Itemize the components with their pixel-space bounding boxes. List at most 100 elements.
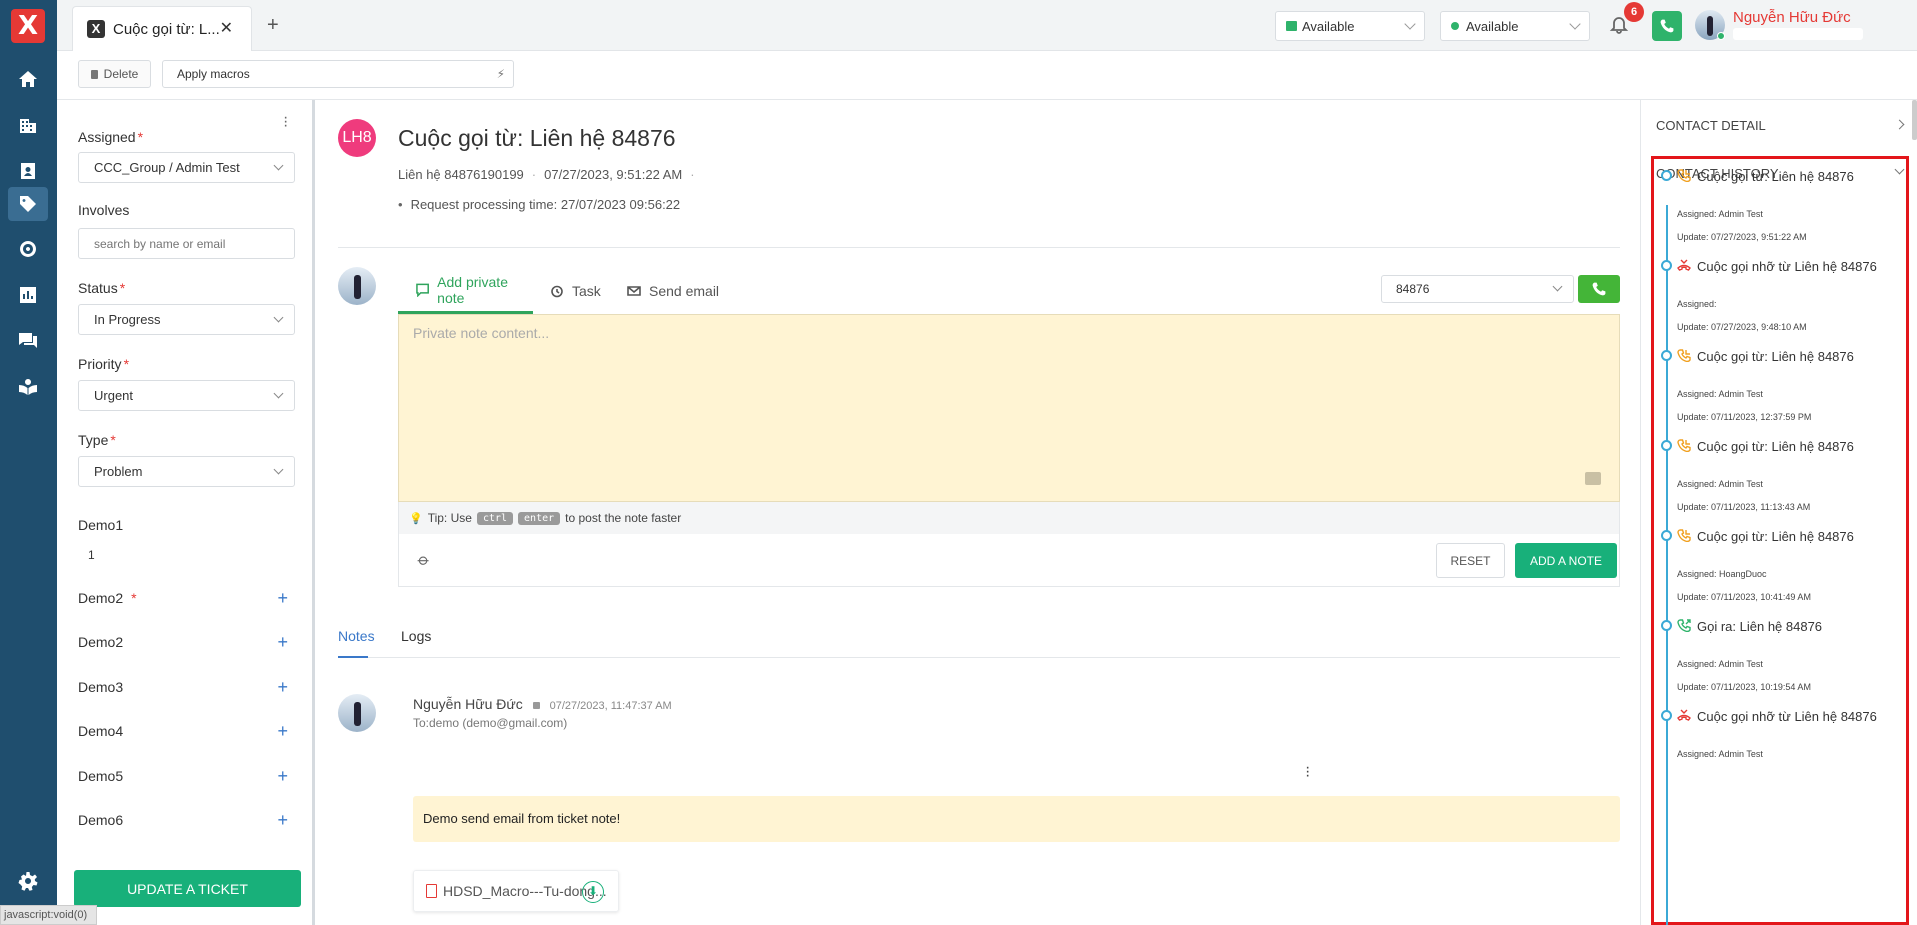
add-icon[interactable]: +	[277, 721, 288, 742]
add-note-button[interactable]: ADD A NOTE	[1515, 543, 1617, 578]
private-note-textarea[interactable]: Private note content...	[398, 314, 1620, 502]
lock-icon	[532, 702, 540, 709]
scrollbar[interactable]	[1912, 100, 1917, 140]
target-icon[interactable]	[8, 232, 48, 266]
tab-send-email[interactable]: Send email	[627, 268, 719, 314]
history-assigned: Assigned: Admin Test	[1677, 749, 1763, 759]
history-title[interactable]: Cuộc gọi từ: Liên hệ 84876	[1677, 438, 1877, 455]
add-icon[interactable]: +	[277, 810, 288, 831]
building-icon[interactable]	[8, 108, 48, 142]
add-icon[interactable]: +	[277, 632, 288, 653]
reset-button[interactable]: RESET	[1436, 543, 1505, 578]
app-logo[interactable]: X	[11, 9, 45, 43]
assigned-select[interactable]: CCC_Group / Admin Test	[78, 152, 295, 183]
outgoing-call-icon	[1677, 619, 1691, 633]
tab-label: Cuộc gọi từ: L...	[113, 20, 220, 38]
tab-logs[interactable]: Logs	[401, 628, 431, 658]
delete-button[interactable]: Delete	[78, 60, 151, 88]
close-icon[interactable]: ✕	[220, 18, 233, 38]
chevron-right-icon[interactable]	[1894, 119, 1905, 130]
status-label: Status *	[78, 280, 126, 296]
history-assigned: Assigned: HoangDuoc	[1677, 569, 1767, 579]
contact-avatar: LH8	[338, 119, 376, 157]
avatar	[338, 694, 376, 732]
priority-value: Urgent	[94, 388, 134, 403]
tab-notes[interactable]: Notes	[338, 628, 375, 658]
phone-icon	[1592, 282, 1606, 296]
add-icon[interactable]: +	[277, 677, 288, 698]
chat-icon[interactable]	[8, 324, 48, 358]
apply-macros-select[interactable]: Apply macros ⚡	[162, 60, 514, 88]
history-update: Update: 07/27/2023, 9:51:22 AM	[1677, 232, 1807, 242]
page-title: Cuộc gọi từ: Liên hệ 84876	[398, 125, 676, 151]
demo2-row: Demo2 +	[78, 632, 288, 653]
demo1-value[interactable]: 1	[88, 548, 95, 562]
history-title[interactable]: Cuộc gọi nhỡ từ Liên hệ 84876	[1677, 708, 1877, 725]
type-label: Type *	[78, 432, 116, 448]
chat-status-select[interactable]: Available	[1275, 11, 1425, 41]
history-update: Update: 07/27/2023, 9:48:10 AM	[1677, 322, 1807, 332]
timeline-node	[1661, 170, 1672, 181]
download-icon[interactable]: ⬇	[582, 881, 604, 903]
home-icon[interactable]	[8, 62, 48, 96]
priority-select[interactable]: Urgent	[78, 380, 295, 411]
history-update: Update: 07/11/2023, 10:41:49 AM	[1677, 592, 1811, 602]
call-button[interactable]	[1578, 275, 1620, 303]
history-title[interactable]: Cuộc gọi từ: Liên hệ 84876	[1677, 528, 1877, 545]
history-assigned: Assigned: Admin Test	[1677, 659, 1763, 669]
demo3-row: Demo3 +	[78, 677, 288, 698]
timeline-node	[1661, 530, 1672, 541]
macro-placeholder: Apply macros	[177, 67, 250, 81]
settings-icon[interactable]	[8, 864, 48, 898]
lightning-icon: ⚡	[496, 67, 505, 81]
trash-icon	[90, 69, 98, 79]
add-icon[interactable]: +	[277, 588, 288, 609]
note-recipient: To:demo (demo@gmail.com)	[413, 716, 568, 730]
user-name[interactable]: Nguyễn Hữu Đức	[1733, 9, 1851, 26]
timeline-node	[1661, 350, 1672, 361]
history-assigned: Assigned: Admin Test	[1677, 389, 1763, 399]
contact-detail-header[interactable]: CONTACT DETAIL	[1656, 118, 1766, 133]
contact-card-icon[interactable]	[8, 154, 48, 188]
processing-time: Request processing time: 27/07/2023 09:5…	[398, 197, 681, 212]
chevron-down-icon	[273, 312, 284, 323]
add-icon[interactable]: +	[277, 766, 288, 787]
status-select[interactable]: In Progress	[78, 304, 295, 335]
divider	[338, 247, 1620, 248]
contact-link[interactable]: Liên hệ 84876190199	[398, 167, 524, 182]
update-ticket-button[interactable]: UPDATE A TICKET	[74, 870, 301, 907]
ticket-tab[interactable]: X Cuộc gọi từ: L... ✕	[72, 6, 252, 51]
history-title[interactable]: Cuộc gọi từ: Liên hệ 84876	[1677, 348, 1877, 365]
involves-label: Involves	[78, 202, 130, 218]
history-title[interactable]: Cuộc gọi nhỡ từ Liên hệ 84876	[1677, 258, 1877, 275]
assigned-label: Assigned *	[78, 129, 144, 145]
ticket-meta: Liên hệ 84876190199 · 07/27/2023, 9:51:22 …	[398, 167, 695, 182]
call-status-select[interactable]: Available	[1440, 11, 1590, 41]
chart-icon[interactable]	[8, 278, 48, 312]
timeline-node	[1661, 440, 1672, 451]
ticket-tag-icon[interactable]	[8, 187, 48, 221]
more-options-icon[interactable]: · · ·	[283, 110, 288, 134]
composer-actions: ⌀ RESET ADD A NOTE	[398, 534, 1620, 587]
notification-badge: 6	[1624, 2, 1644, 22]
attachment[interactable]: HDSD_Macro---Tu-dong... ⬇	[413, 870, 619, 912]
type-select[interactable]: Problem	[78, 456, 295, 487]
phone-button[interactable]	[1652, 11, 1682, 41]
history-title[interactable]: Cuộc gọi từ: Liên hệ 84876	[1677, 168, 1877, 185]
add-tab-icon[interactable]: +	[267, 14, 279, 37]
phone-number-select[interactable]: 84876	[1381, 275, 1574, 303]
history-update: Update: 07/11/2023, 11:13:43 AM	[1677, 502, 1811, 512]
note-time: 07/27/2023, 11:47:37 AM	[549, 700, 672, 712]
history-title[interactable]: Gọi ra: Liên hệ 84876	[1677, 618, 1877, 635]
priority-label: Priority *	[78, 356, 130, 372]
note-body: Demo send email from ticket note!	[413, 796, 1620, 842]
paperclip-icon[interactable]: ⌀	[413, 550, 434, 571]
note-more-icon[interactable]: · · ·	[1305, 760, 1310, 784]
involves-input[interactable]	[78, 228, 295, 259]
book-icon[interactable]	[8, 370, 48, 404]
tab-add-private-note[interactable]: Add private note	[398, 268, 533, 314]
user-subtitle	[1733, 28, 1863, 40]
tab-task[interactable]: Task	[550, 268, 601, 314]
timeline-node	[1661, 710, 1672, 721]
tip-bar: 💡 Tip: Use ctrl enter to post the note f…	[398, 502, 1620, 534]
